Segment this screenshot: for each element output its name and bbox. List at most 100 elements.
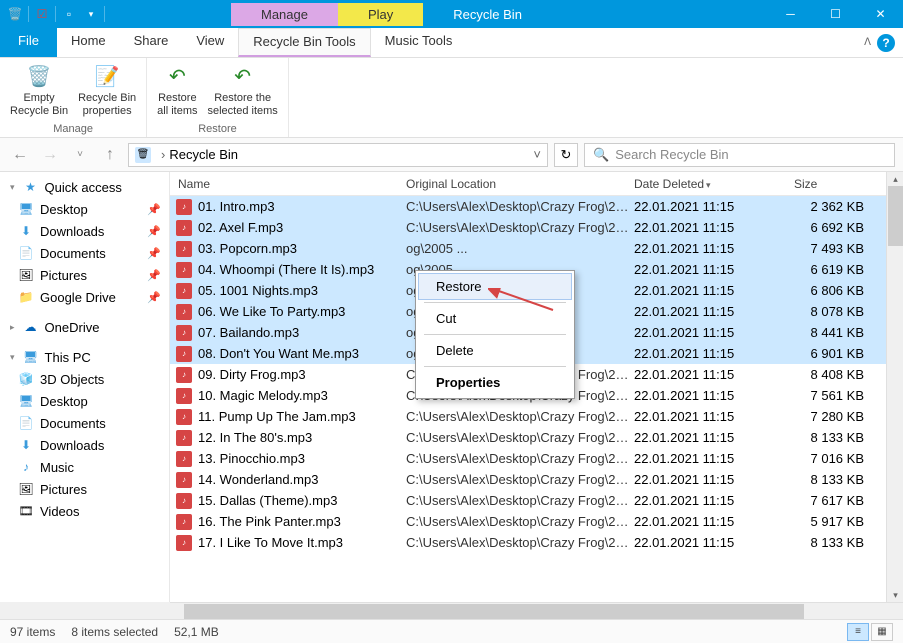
forward-button[interactable]: → <box>38 143 62 167</box>
context-menu-restore[interactable]: Restore <box>418 273 572 300</box>
file-location: C:\Users\Alex\Desktop\Crazy Frog\2005 ..… <box>406 472 634 487</box>
recent-locations-button[interactable]: ˅ <box>68 143 92 167</box>
scroll-up-icon[interactable]: ▴ <box>887 172 903 186</box>
scrollbar-thumb[interactable] <box>888 186 903 246</box>
sidebar-downloads-pc[interactable]: ⬇Downloads <box>0 434 169 456</box>
properties-icon: 📝 <box>93 62 121 90</box>
recycle-bin-icon[interactable]: 🗑️ <box>6 5 24 23</box>
sidebar-downloads[interactable]: ⬇Downloads📌 <box>0 220 169 242</box>
column-size[interactable]: Size <box>794 177 874 191</box>
scrollbar-thumb[interactable] <box>184 604 804 619</box>
context-menu-cut[interactable]: Cut <box>418 305 572 332</box>
up-button[interactable]: ↑ <box>98 143 122 167</box>
column-date-deleted[interactable]: Date Deleted <box>634 177 794 191</box>
pin-icon: 📌 <box>147 269 161 282</box>
sidebar-documents[interactable]: 📄Documents📌 <box>0 242 169 264</box>
sidebar-music[interactable]: ♪Music <box>0 456 169 478</box>
close-button[interactable]: ✕ <box>858 0 903 28</box>
file-row[interactable]: ♪17. I Like To Move It.mp3C:\Users\Alex\… <box>170 532 886 553</box>
details-view-button[interactable]: ≡ <box>847 623 869 641</box>
minimize-button[interactable]: ─ <box>768 0 813 28</box>
chevron-right-icon[interactable]: › <box>161 147 165 162</box>
chevron-right-icon[interactable]: ▸ <box>10 322 15 333</box>
file-name: 13. Pinocchio.mp3 <box>198 451 406 466</box>
file-date: 22.01.2021 11:15 <box>634 409 794 424</box>
audio-file-icon: ♪ <box>176 430 192 446</box>
tab-music-tools[interactable]: Music Tools <box>371 28 467 57</box>
pin-icon: 📌 <box>147 247 161 260</box>
file-row[interactable]: ♪12. In The 80's.mp3C:\Users\Alex\Deskto… <box>170 427 886 448</box>
file-row[interactable]: ♪15. Dallas (Theme).mp3C:\Users\Alex\Des… <box>170 490 886 511</box>
refresh-button[interactable]: ↻ <box>554 143 578 167</box>
3d-objects-icon: 🧊 <box>18 371 34 387</box>
horizontal-scrollbar[interactable] <box>170 602 903 619</box>
help-icon[interactable]: ? <box>877 34 895 52</box>
sidebar-documents-pc[interactable]: 📄Documents <box>0 412 169 434</box>
address-bar-row: ← → ˅ ↑ 🗑 › Recycle Bin ˅ ↻ 🔍 Search Rec… <box>0 138 903 172</box>
document-icon[interactable]: ▫ <box>60 5 78 23</box>
file-date: 22.01.2021 11:15 <box>634 514 794 529</box>
file-name: 14. Wonderland.mp3 <box>198 472 406 487</box>
sidebar-videos[interactable]: 🎞Videos <box>0 500 169 522</box>
address-path: Recycle Bin <box>169 147 238 162</box>
chevron-down-icon[interactable]: ▾ <box>10 352 15 363</box>
thumbnails-view-button[interactable]: ▦ <box>871 623 893 641</box>
ribbon-tabs: File Home Share View Recycle Bin Tools M… <box>0 28 903 58</box>
file-row[interactable]: ♪16. The Pink Panter.mp3C:\Users\Alex\De… <box>170 511 886 532</box>
sidebar-pictures-pc[interactable]: 🖼Pictures <box>0 478 169 500</box>
tab-recycle-bin-tools[interactable]: Recycle Bin Tools <box>238 28 370 57</box>
sidebar-quick-access[interactable]: ▾★Quick access <box>0 176 169 198</box>
column-name[interactable]: Name <box>176 177 406 191</box>
restore-selected-items-button[interactable]: ↶ Restore the selected items <box>204 60 282 123</box>
vertical-scrollbar[interactable]: ▴ ▾ <box>886 172 903 602</box>
column-original-location[interactable]: Original Location <box>406 177 634 191</box>
back-button[interactable]: ← <box>8 143 32 167</box>
chevron-down-icon[interactable]: ▾ <box>10 182 15 193</box>
context-menu-properties[interactable]: Properties <box>418 369 572 396</box>
sidebar-onedrive[interactable]: ▸☁OneDrive <box>0 316 169 338</box>
sidebar-google-drive[interactable]: 📁Google Drive📌 <box>0 286 169 308</box>
file-row[interactable]: ♪14. Wonderland.mp3C:\Users\Alex\Desktop… <box>170 469 886 490</box>
tab-share[interactable]: Share <box>120 28 183 57</box>
sidebar-pictures[interactable]: 🖼Pictures📌 <box>0 264 169 286</box>
sidebar-desktop[interactable]: 🖥Desktop📌 <box>0 198 169 220</box>
file-row[interactable]: ♪11. Pump Up The Jam.mp3C:\Users\Alex\De… <box>170 406 886 427</box>
sidebar-this-pc[interactable]: ▾🖥This PC <box>0 346 169 368</box>
sidebar-desktop-pc[interactable]: 🖥Desktop <box>0 390 169 412</box>
file-name: 10. Magic Melody.mp3 <box>198 388 406 403</box>
file-date: 22.01.2021 11:15 <box>634 241 794 256</box>
sidebar-3d-objects[interactable]: 🧊3D Objects <box>0 368 169 390</box>
audio-file-icon: ♪ <box>176 367 192 383</box>
file-name: 11. Pump Up The Jam.mp3 <box>198 409 406 424</box>
context-tab-play[interactable]: Play <box>338 3 423 26</box>
tab-home[interactable]: Home <box>57 28 120 57</box>
status-item-count: 97 items <box>10 625 55 639</box>
audio-file-icon: ♪ <box>176 346 192 362</box>
context-menu-delete[interactable]: Delete <box>418 337 572 364</box>
address-dropdown-icon[interactable]: ˅ <box>533 147 541 162</box>
address-bar[interactable]: 🗑 › Recycle Bin ˅ <box>128 143 548 167</box>
qat-dropdown-icon[interactable]: ▾ <box>82 5 100 23</box>
file-row[interactable]: ♪01. Intro.mp3C:\Users\Alex\Desktop\Craz… <box>170 196 886 217</box>
context-tab-manage[interactable]: Manage <box>231 3 338 26</box>
file-row[interactable]: ♪03. Popcorn.mp3og\2005 ...22.01.2021 11… <box>170 238 886 259</box>
search-input[interactable]: 🔍 Search Recycle Bin <box>584 143 895 167</box>
tab-view[interactable]: View <box>182 28 238 57</box>
scroll-down-icon[interactable]: ▾ <box>887 588 903 602</box>
file-row[interactable]: ♪02. Axel F.mp3C:\Users\Alex\Desktop\Cra… <box>170 217 886 238</box>
search-placeholder: Search Recycle Bin <box>615 147 728 162</box>
navigation-pane[interactable]: ▾★Quick access 🖥Desktop📌 ⬇Downloads📌 📄Do… <box>0 172 170 602</box>
recycle-bin-properties-button[interactable]: 📝 Recycle Bin properties <box>74 60 140 123</box>
empty-recycle-bin-button[interactable]: 🗑️ Empty Recycle Bin <box>6 60 72 123</box>
tab-file[interactable]: File <box>0 28 57 57</box>
collapse-ribbon-icon[interactable]: ᐱ <box>864 37 871 48</box>
checkbox-icon[interactable]: ☑ <box>33 5 51 23</box>
file-row[interactable]: ♪13. Pinocchio.mp3C:\Users\Alex\Desktop\… <box>170 448 886 469</box>
restore-all-items-button[interactable]: ↶ Restore all items <box>153 60 201 123</box>
titlebar: 🗑️ ☑ ▫ ▾ Manage Play Recycle Bin ─ ☐ ✕ <box>0 0 903 28</box>
audio-file-icon: ♪ <box>176 220 192 236</box>
file-date: 22.01.2021 11:15 <box>634 472 794 487</box>
maximize-button[interactable]: ☐ <box>813 0 858 28</box>
file-name: 16. The Pink Panter.mp3 <box>198 514 406 529</box>
restore-selected-icon: ↶ <box>229 62 257 90</box>
